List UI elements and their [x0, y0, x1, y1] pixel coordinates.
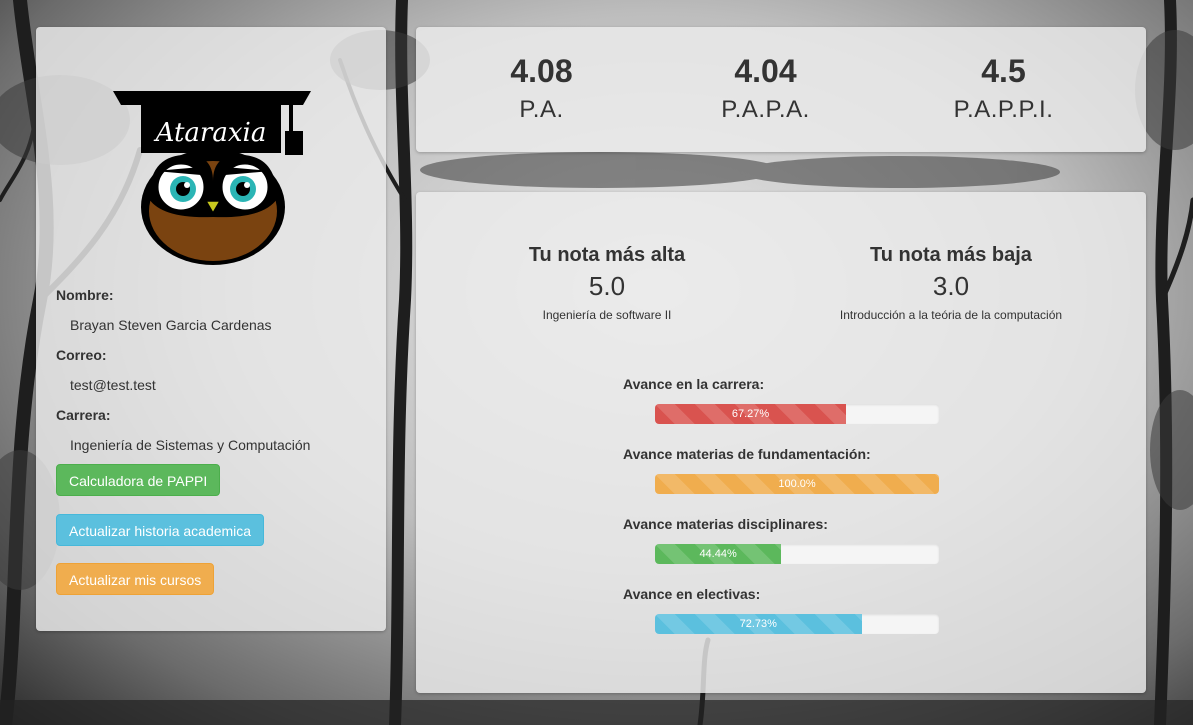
highest-grade-title: Tu nota más alta	[528, 244, 686, 266]
career-progress-fill: 67.27%	[655, 404, 847, 424]
update-academic-history-button[interactable]: Actualizar historia academica	[56, 514, 265, 546]
stat-pa-value: 4.08	[510, 53, 573, 89]
lowest-grade-title: Tu nota más baja	[870, 244, 1032, 266]
disciplinary-progress-label: Avance materias disciplinares:	[623, 516, 828, 532]
electives-progress-fill: 72.73%	[655, 614, 862, 634]
progress-panel: Tu nota más alta 5.0 Ingeniería de softw…	[416, 192, 1146, 693]
stat-papa-value: 4.04	[734, 53, 797, 89]
fundamentals-progress-bar: 100.0%	[655, 474, 939, 494]
stat-pappi: 4.5 P.A.P.P.I.	[882, 27, 1125, 124]
email-value: test@test.test	[70, 377, 156, 393]
lowest-grade: Tu nota más baja 3.0 Introducción a la t…	[786, 244, 1116, 322]
stat-pa: 4.08 P.A.	[420, 27, 663, 124]
career-progress-label: Avance en la carrera:	[623, 376, 765, 392]
disciplinary-progress-fill: 44.44%	[655, 544, 782, 564]
electives-progress-label: Avance en electivas:	[623, 586, 761, 602]
lowest-grade-value: 3.0	[932, 271, 970, 301]
name-value: Brayan Steven Garcia Cardenas	[70, 317, 272, 333]
averages-panel: 4.08 P.A. 4.04 P.A.P.A. 4.5 P.A.P.P.I.	[416, 27, 1146, 152]
lowest-grade-subject: Introducción a la teória de la computaci…	[839, 308, 1063, 322]
stat-papa: 4.04 P.A.P.A.	[644, 27, 887, 124]
highest-grade-subject: Ingeniería de software II	[542, 308, 672, 322]
stat-pa-label: P.A.	[519, 96, 564, 123]
name-label: Nombre:	[56, 287, 114, 303]
email-label: Correo:	[56, 347, 107, 363]
career-progress-bar: 67.27%	[655, 404, 939, 424]
career-value: Ingeniería de Sistemas y Computación	[70, 437, 311, 453]
electives-progress-bar: 72.73%	[655, 614, 939, 634]
fundamentals-progress-fill: 100.0%	[655, 474, 939, 494]
disciplinary-progress-bar: 44.44%	[655, 544, 939, 564]
career-label: Carrera:	[56, 407, 111, 423]
pappi-calculator-button[interactable]: Calculadora de PAPPI	[56, 464, 221, 496]
svg-text:Ataraxia: Ataraxia	[154, 118, 267, 148]
stat-pappi-value: 4.5	[981, 53, 1026, 89]
profile-panel: Ataraxia Nombre: Brayan Steven Garcia Ca…	[36, 27, 386, 631]
stat-pappi-label: P.A.P.P.I.	[953, 96, 1054, 123]
stat-papa-label: P.A.P.A.	[721, 96, 810, 123]
highest-grade-value: 5.0	[588, 271, 626, 301]
update-courses-button[interactable]: Actualizar mis cursos	[56, 563, 215, 595]
fundamentals-progress-label: Avance materias de fundamentación:	[623, 446, 871, 462]
ataraxia-owl-logo: Ataraxia	[113, 91, 311, 265]
highest-grade: Tu nota más alta 5.0 Ingeniería de softw…	[442, 244, 772, 322]
